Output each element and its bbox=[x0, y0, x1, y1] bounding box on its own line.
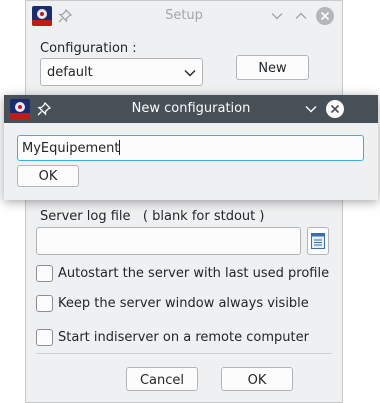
text-caret bbox=[119, 140, 121, 155]
dialog-close-icon[interactable] bbox=[326, 100, 344, 118]
setup-titlebar[interactable]: Setup bbox=[26, 1, 342, 31]
chevron-down-icon bbox=[184, 67, 196, 82]
browse-log-file-button[interactable] bbox=[307, 227, 329, 255]
remote-indiserver-checkbox[interactable] bbox=[36, 329, 53, 346]
dialog-ok-button-label: OK bbox=[38, 169, 58, 184]
server-log-input[interactable] bbox=[36, 227, 301, 255]
dialog-minimize-chevron-icon[interactable] bbox=[305, 103, 317, 119]
new-button-label: New bbox=[258, 61, 287, 76]
server-log-label: Server log file ( blank for stdout ) bbox=[40, 209, 265, 224]
cancel-button[interactable]: Cancel bbox=[126, 367, 198, 391]
dialog-title: New configuration bbox=[131, 101, 251, 116]
configuration-value: default bbox=[47, 65, 93, 80]
dialog-titlebar[interactable]: New configuration bbox=[4, 95, 378, 123]
setup-ok-button-label: OK bbox=[247, 373, 267, 388]
remote-indiserver-label: Start indiserver on a remote computer bbox=[58, 330, 309, 345]
setup-close-icon[interactable] bbox=[316, 7, 334, 25]
configuration-name-input[interactable]: MyEquipement bbox=[17, 135, 364, 161]
autostart-checkbox[interactable] bbox=[36, 265, 53, 282]
new-configuration-button[interactable]: New bbox=[236, 55, 309, 80]
configuration-select[interactable]: default bbox=[40, 58, 203, 86]
document-icon bbox=[311, 233, 325, 253]
new-configuration-dialog: New configuration MyEquipement OK bbox=[4, 95, 378, 200]
keep-visible-checkbox[interactable] bbox=[36, 295, 53, 312]
configuration-label: Configuration : bbox=[40, 41, 137, 56]
setup-ok-button[interactable]: OK bbox=[221, 367, 293, 391]
footer-divider bbox=[36, 353, 332, 354]
autostart-label: Autostart the server with last used prof… bbox=[58, 266, 330, 281]
configuration-name-value: MyEquipement bbox=[22, 141, 120, 156]
setup-window: Setup Configuration : default New Server… bbox=[25, 0, 343, 403]
cancel-button-label: Cancel bbox=[139, 373, 185, 388]
minimize-chevron-icon[interactable] bbox=[271, 10, 283, 22]
maximize-chevron-icon[interactable] bbox=[295, 10, 307, 22]
keep-visible-label: Keep the server window always visible bbox=[58, 296, 309, 311]
dialog-ok-button[interactable]: OK bbox=[17, 165, 79, 187]
